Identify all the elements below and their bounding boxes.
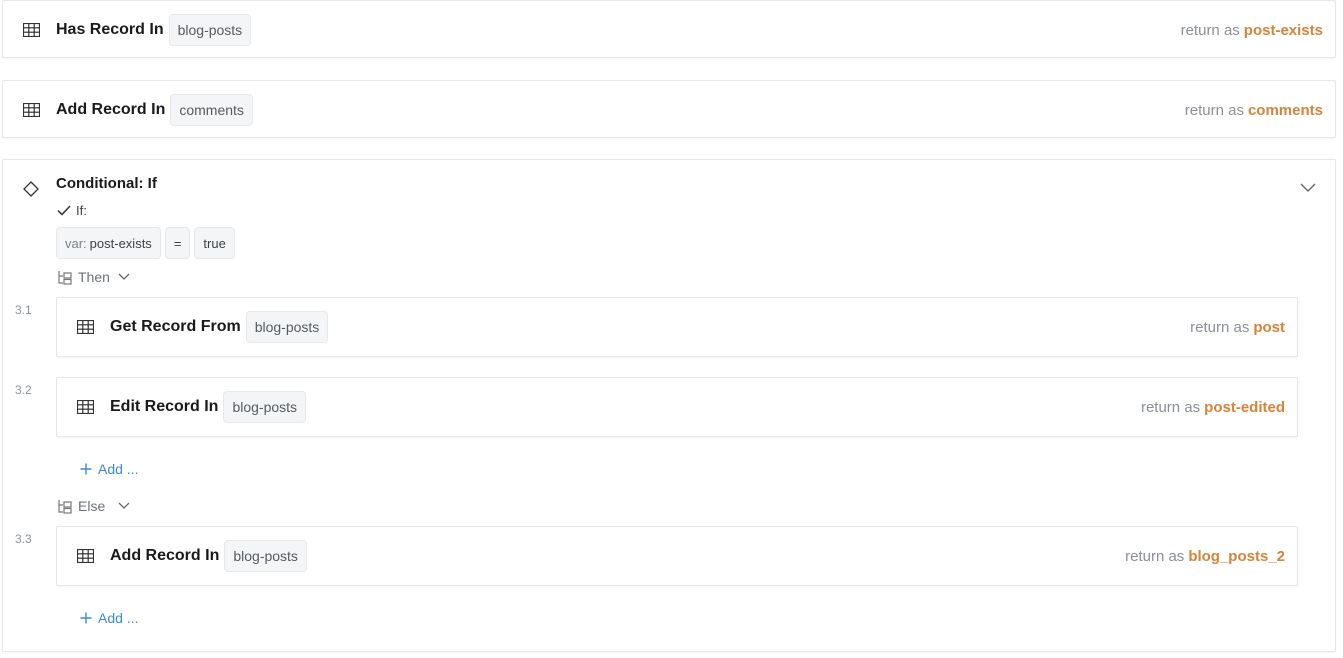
table-icon: [77, 549, 94, 563]
step-title: Has Record In: [56, 21, 164, 38]
chevron-down-icon[interactable]: [118, 502, 130, 510]
return-prefix: return as: [1184, 101, 1244, 119]
if-label: If:: [57, 203, 87, 218]
return-variable[interactable]: post: [1253, 319, 1285, 336]
condition-operator-chip[interactable]: =: [164, 227, 191, 259]
step-card-has-record[interactable]: Has Record In blog-posts return as post-e…: [2, 0, 1336, 58]
collection-chip[interactable]: blog-posts: [168, 14, 252, 46]
return-prefix: return as: [1125, 547, 1185, 565]
collection-chip[interactable]: comments: [170, 94, 253, 126]
return-as: return as post: [1190, 319, 1285, 336]
then-branch-label[interactable]: Then: [57, 269, 130, 285]
step-title: Edit Record In: [110, 398, 219, 415]
collapse-chevron-icon[interactable]: [1300, 183, 1316, 193]
step-card-edit-record[interactable]: Edit Record In blog-posts return as post-…: [56, 377, 1298, 437]
return-prefix: return as: [1140, 398, 1201, 416]
collection-chip[interactable]: blog-posts: [223, 391, 307, 423]
collection-chip[interactable]: blog-posts: [245, 311, 329, 343]
step-card-add-record-else[interactable]: Add Record In blog-posts return as blog_p…: [56, 526, 1298, 586]
step-number: 3.3: [15, 532, 32, 546]
else-text: Else: [78, 498, 106, 514]
chevron-down-icon[interactable]: [118, 273, 130, 281]
plus-icon: [80, 612, 92, 624]
table-icon: [77, 320, 94, 334]
return-as: return as comments: [1185, 102, 1323, 119]
else-branch-label[interactable]: Else: [57, 498, 130, 514]
table-icon: [23, 23, 40, 37]
step-number: 3.1: [15, 303, 32, 317]
var-name: post-exists: [89, 235, 152, 251]
return-as: return as post-edited: [1141, 399, 1285, 416]
step-number: 3.2: [15, 383, 32, 397]
return-variable[interactable]: blog_posts_2: [1188, 548, 1285, 565]
table-icon: [23, 103, 40, 117]
if-text: If:: [76, 203, 87, 218]
step-title: Add Record In: [56, 101, 166, 118]
return-variable[interactable]: post-edited: [1204, 399, 1285, 416]
return-prefix: return as: [1180, 21, 1240, 39]
return-prefix: return as: [1190, 318, 1250, 336]
step-title: Get Record From: [110, 318, 241, 335]
return-variable[interactable]: comments: [1248, 102, 1323, 119]
branch-icon: [57, 499, 73, 514]
condition-row: var: post-exists = true: [56, 227, 235, 259]
branch-icon: [57, 270, 73, 285]
collection-chip[interactable]: blog-posts: [224, 540, 307, 572]
step-card-get-record[interactable]: Get Record From blog-posts return as post: [56, 297, 1298, 357]
step-title: Add Record In: [110, 547, 220, 564]
return-variable[interactable]: post-exists: [1244, 22, 1323, 39]
condition-variable-chip[interactable]: var: post-exists: [56, 227, 161, 259]
add-label: Add ...: [98, 461, 139, 477]
condition-value-chip[interactable]: true: [194, 227, 235, 259]
plus-icon: [80, 463, 92, 475]
return-as: return as blog_posts_2: [1125, 548, 1285, 565]
add-label: Add ...: [98, 610, 139, 626]
add-step-else-button[interactable]: Add ...: [80, 610, 138, 626]
conditional-card[interactable]: Conditional: If If: var: post-exists = tr…: [2, 159, 1336, 652]
return-as: return as post-exists: [1181, 22, 1323, 39]
add-step-then-button[interactable]: Add ...: [80, 461, 138, 477]
var-prefix: var:: [65, 235, 87, 251]
then-text: Then: [78, 269, 110, 285]
diamond-icon: [23, 181, 39, 197]
conditional-title: Conditional: If: [56, 175, 157, 192]
step-card-add-record[interactable]: Add Record In comments return as comments: [2, 80, 1336, 138]
check-icon: [57, 205, 71, 216]
table-icon: [77, 400, 94, 414]
